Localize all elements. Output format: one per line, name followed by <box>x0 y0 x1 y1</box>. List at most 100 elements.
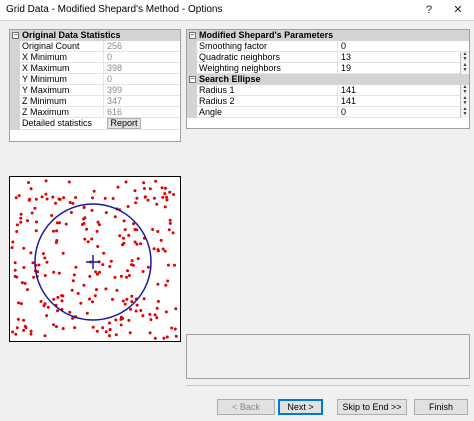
data-point <box>50 214 54 217</box>
data-point <box>29 187 33 191</box>
data-point <box>108 328 112 331</box>
data-point <box>156 230 160 233</box>
data-point <box>24 326 28 330</box>
dialog-body: − Original Data Statistics Original Coun… <box>0 20 474 421</box>
data-point <box>156 299 160 303</box>
smoothing-factor-input[interactable]: 0 <box>337 41 469 52</box>
data-point <box>62 196 66 200</box>
stat-value: 616 <box>103 107 180 118</box>
data-point <box>163 249 167 253</box>
data-point <box>104 211 108 215</box>
stat-label: Original Count <box>22 41 80 51</box>
data-point <box>61 327 65 330</box>
skip-to-end-button[interactable]: Skip to End >> <box>337 399 407 415</box>
data-point <box>171 231 175 235</box>
data-point <box>68 310 72 314</box>
data-point <box>113 215 117 219</box>
data-point <box>90 208 94 212</box>
data-point <box>130 259 134 263</box>
data-point <box>143 195 147 199</box>
data-point <box>126 205 130 208</box>
data-point <box>80 223 84 226</box>
quadratic-neighbors-input[interactable]: 13 <box>337 52 469 63</box>
data-point <box>116 185 120 189</box>
data-point <box>127 318 131 322</box>
data-point <box>39 300 43 303</box>
search-ellipse-header[interactable]: − Search Ellipse <box>187 74 469 85</box>
angle-input[interactable]: 0 <box>337 107 469 118</box>
separator-line <box>186 385 470 386</box>
data-point <box>13 268 17 272</box>
data-point <box>113 275 117 279</box>
data-point <box>146 265 150 269</box>
data-point <box>126 269 129 273</box>
spin-down-icon[interactable]: ▼ <box>461 112 469 117</box>
data-point <box>17 301 21 305</box>
data-point <box>52 229 55 233</box>
data-point <box>122 219 126 223</box>
spin-down-icon[interactable]: ▼ <box>461 68 469 73</box>
stat-value: 347 <box>103 96 180 107</box>
stat-row-z-minimum: Z Minimum 347 <box>10 96 180 107</box>
data-point <box>164 283 168 287</box>
next-button[interactable]: Next > <box>278 399 323 415</box>
param-row-smoothing-factor: Smoothing factor 0 <box>187 41 469 52</box>
data-point <box>146 198 150 202</box>
data-point <box>27 198 31 202</box>
parameters-header[interactable]: − Modified Shepard's Parameters <box>187 30 469 41</box>
preview-canvas <box>10 179 178 340</box>
close-button[interactable]: ✕ <box>447 1 469 19</box>
data-point <box>26 288 29 292</box>
data-point <box>15 326 19 330</box>
data-point <box>119 323 123 327</box>
data-point <box>34 197 38 201</box>
data-point <box>135 303 139 307</box>
data-point <box>42 304 46 308</box>
data-point <box>33 206 37 210</box>
radius-1-input[interactable]: 141 <box>337 85 469 96</box>
data-point <box>91 300 94 304</box>
finish-button[interactable]: Finish <box>414 399 468 415</box>
data-point <box>154 179 158 183</box>
data-point <box>151 228 155 231</box>
data-point <box>128 331 132 335</box>
data-point <box>141 270 145 273</box>
data-point <box>172 193 176 196</box>
weighting-neighbors-input[interactable]: 19 <box>337 63 469 74</box>
data-point <box>31 261 35 265</box>
data-point <box>76 292 80 295</box>
data-point <box>127 274 131 277</box>
data-point <box>95 288 98 292</box>
param-label: Quadratic neighbors <box>199 52 281 62</box>
stat-row-original-count: Original Count 256 <box>10 41 180 52</box>
data-point <box>142 181 146 185</box>
collapse-icon[interactable]: − <box>189 76 196 83</box>
collapse-icon[interactable]: − <box>189 32 196 39</box>
data-point <box>102 251 106 255</box>
data-point <box>155 306 159 310</box>
data-point <box>173 327 177 331</box>
data-point <box>168 190 172 194</box>
data-point <box>15 230 19 233</box>
help-button[interactable]: ? <box>418 1 440 19</box>
collapse-icon[interactable]: − <box>12 32 19 39</box>
data-point <box>119 274 123 278</box>
data-point <box>103 196 107 200</box>
statistics-header[interactable]: − Original Data Statistics <box>10 30 180 41</box>
data-point <box>142 297 146 301</box>
angle-spinner[interactable]: ▲ ▼ <box>460 107 469 118</box>
data-point <box>130 300 134 304</box>
stat-row-y-maximum: Y Maximum 399 <box>10 85 180 96</box>
parameters-header-label: Modified Shepard's Parameters <box>199 30 334 40</box>
radius-2-input[interactable]: 141 <box>337 96 469 107</box>
back-button[interactable]: < Back <box>217 399 275 415</box>
description-box <box>186 334 470 379</box>
param-row-weighting-neighbors: Weighting neighbors 19 ▲ ▼ <box>187 63 469 74</box>
data-point <box>44 192 48 196</box>
weighting-neighbors-spinner[interactable]: ▲ ▼ <box>460 63 469 74</box>
data-point <box>165 198 169 202</box>
data-point <box>19 302 23 306</box>
report-button[interactable]: Report <box>107 118 141 129</box>
data-point <box>163 192 167 196</box>
title-bar: Grid Data - Modified Shepard's Method - … <box>0 0 474 20</box>
